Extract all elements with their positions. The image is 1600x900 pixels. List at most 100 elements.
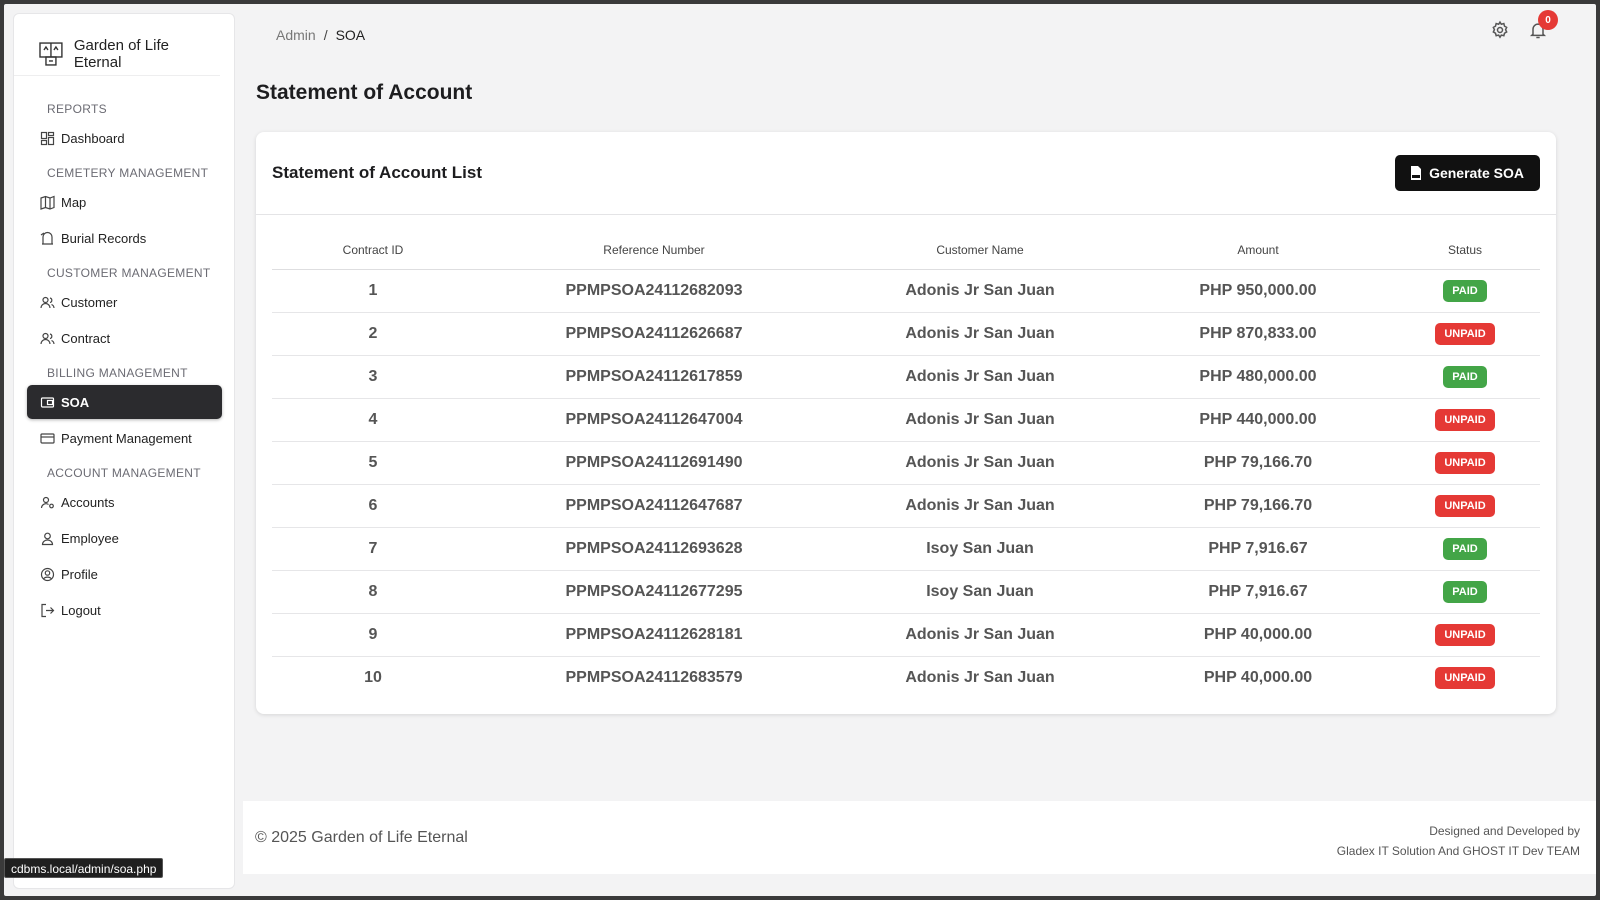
generate-soa-label: Generate SOA	[1429, 165, 1524, 181]
customer-name-cell: Isoy San Juan	[834, 570, 1126, 614]
contract-id-cell: 5	[272, 441, 474, 485]
users-icon	[40, 331, 55, 346]
nav-section-cemetery-management: CEMETERY MANAGEMENT	[47, 166, 209, 180]
users-icon	[40, 295, 55, 310]
reference-number-cell: PPMPSOA24112682093	[474, 269, 834, 313]
status-cell: UNPAID	[1390, 312, 1540, 356]
status-badge: PAID	[1443, 580, 1487, 603]
brand[interactable]: Garden of Life Eternal	[14, 14, 220, 76]
table-header-row: Contract ID Reference Number Customer Name…	[272, 232, 1540, 270]
contract-id-cell: 9	[272, 613, 474, 657]
status-cell: UNPAID	[1390, 441, 1540, 485]
table-row[interactable]: 1 PPMPSOA24112682093 Adonis Jr San Juan PHP…	[272, 269, 1540, 313]
table-row[interactable]: 6 PPMPSOA24112647687 Adonis Jr San Juan PHP…	[272, 484, 1540, 528]
topbar-icons: 0	[1490, 10, 1558, 40]
status-badge: PAID	[1443, 537, 1487, 560]
page-title: Statement of Account	[256, 81, 473, 104]
table-row[interactable]: 2 PPMPSOA24112626687 Adonis Jr San Juan PHP…	[272, 312, 1540, 356]
status-badge: PAID	[1443, 279, 1487, 302]
contract-id-cell: 1	[272, 269, 474, 313]
column-header-customer-name: Customer Name	[834, 232, 1126, 270]
footer: © 2025 Garden of Life Eternal Designed a…	[243, 801, 1596, 874]
sidebar-item-map[interactable]: Map	[27, 185, 222, 219]
customer-name-cell: Adonis Jr San Juan	[834, 613, 1126, 657]
nav-section-reports: REPORTS	[47, 102, 107, 116]
status-cell: PAID	[1390, 527, 1540, 571]
reference-number-cell: PPMPSOA24112617859	[474, 355, 834, 399]
status-badge: PAID	[1443, 365, 1487, 388]
sidebar-item-burial-records[interactable]: Burial Records	[27, 221, 222, 255]
sidebar: Garden of Life Eternal REPORTS Dashboard C…	[13, 13, 235, 889]
sidebar-item-label: Map	[61, 194, 87, 210]
status-cell: UNPAID	[1390, 398, 1540, 442]
breadcrumb-separator: /	[323, 27, 328, 43]
sidebar-item-employee[interactable]: Employee	[27, 521, 222, 555]
sidebar-item-accounts[interactable]: Accounts	[27, 485, 222, 519]
soa-list-card: Statement of Account List Generate SOA C…	[256, 132, 1556, 714]
nav-section-customer-management: CUSTOMER MANAGEMENT	[47, 266, 211, 280]
table-row[interactable]: 3 PPMPSOA24112617859 Adonis Jr San Juan PHP…	[272, 355, 1540, 399]
table-row[interactable]: 5 PPMPSOA24112691490 Adonis Jr San Juan PHP…	[272, 441, 1540, 485]
sidebar-item-label: Contract	[61, 330, 111, 346]
profile-circle-icon	[40, 567, 55, 582]
amount-cell: PHP 7,916.67	[1126, 570, 1390, 614]
customer-name-cell: Adonis Jr San Juan	[834, 441, 1126, 485]
amount-cell: PHP 79,166.70	[1126, 441, 1390, 485]
sidebar-item-label: Payment Management	[61, 430, 192, 446]
sidebar-item-logout[interactable]: Logout	[27, 593, 222, 627]
status-badge: UNPAID	[1435, 494, 1495, 517]
customer-name-cell: Adonis Jr San Juan	[834, 312, 1126, 356]
status-cell: UNPAID	[1390, 656, 1540, 699]
status-cell: PAID	[1390, 269, 1540, 313]
status-badge: UNPAID	[1435, 666, 1495, 689]
amount-cell: PHP 440,000.00	[1126, 398, 1390, 442]
burial-icon	[40, 231, 55, 246]
amount-cell: PHP 79,166.70	[1126, 484, 1390, 528]
credits: Designed and Developed by Gladex IT Solu…	[1337, 821, 1580, 861]
column-header-amount: Amount	[1126, 232, 1390, 270]
table-row[interactable]: 7 PPMPSOA24112693628 Isoy San Juan PHP 7,91…	[272, 527, 1540, 571]
nav-section-billing-management: BILLING MANAGEMENT	[47, 366, 188, 380]
sidebar-item-profile[interactable]: Profile	[27, 557, 222, 591]
reference-number-cell: PPMPSOA24112647687	[474, 484, 834, 528]
status-badge: UNPAID	[1435, 322, 1495, 345]
breadcrumb-root[interactable]: Admin	[276, 27, 316, 43]
reference-number-cell: PPMPSOA24112647004	[474, 398, 834, 442]
contract-id-cell: 3	[272, 355, 474, 399]
contract-id-cell: 7	[272, 527, 474, 571]
map-icon	[40, 195, 55, 210]
sidebar-item-label: Logout	[61, 602, 101, 618]
sidebar-item-customer[interactable]: Customer	[27, 285, 222, 319]
customer-name-cell: Adonis Jr San Juan	[834, 398, 1126, 442]
contract-id-cell: 10	[364, 668, 382, 686]
settings-button[interactable]	[1490, 20, 1510, 40]
nav-section-account-management: ACCOUNT MANAGEMENT	[47, 466, 201, 480]
sidebar-item-label: Profile	[61, 566, 98, 582]
reference-number-cell: PPMPSOA24112626687	[474, 312, 834, 356]
status-cell: UNPAID	[1390, 484, 1540, 528]
contract-id-cell: 2	[272, 312, 474, 356]
reference-number-cell: PPMPSOA24112677295	[474, 570, 834, 614]
table-row[interactable]: 9 PPMPSOA24112628181 Adonis Jr San Juan PHP…	[272, 613, 1540, 657]
notifications-button[interactable]: 0	[1528, 10, 1558, 40]
credit-card-icon	[40, 431, 55, 446]
amount-cell: PHP 870,833.00	[1126, 312, 1390, 356]
sidebar-item-dashboard[interactable]: Dashboard	[27, 121, 222, 155]
table-row[interactable]: 8 PPMPSOA24112677295 Isoy San Juan PHP 7,91…	[272, 570, 1540, 614]
sidebar-item-label: Customer	[61, 294, 118, 310]
generate-soa-button[interactable]: Generate SOA	[1395, 155, 1540, 191]
card-header: Statement of Account List Generate SOA	[256, 132, 1556, 215]
gear-icon	[1492, 20, 1508, 39]
cemetery-plot-icon	[39, 41, 63, 66]
card-title: Statement of Account List	[272, 163, 482, 182]
status-cell: UNPAID	[1390, 613, 1540, 657]
sidebar-item-label: Accounts	[61, 494, 115, 510]
sidebar-item-contract[interactable]: Contract	[27, 321, 222, 355]
table-row[interactable]: 4 PPMPSOA24112647004 Adonis Jr San Juan PHP…	[272, 398, 1540, 442]
sidebar-item-soa[interactable]: SOA	[27, 385, 222, 419]
table-row[interactable]: 10 PPMPSOA24112683579 Adonis Jr San Juan PH…	[272, 656, 1540, 699]
customer-name-cell: Adonis Jr San Juan	[905, 668, 1055, 686]
user-icon	[40, 531, 55, 546]
sidebar-item-label: Burial Records	[61, 230, 147, 246]
sidebar-item-payment-management[interactable]: Payment Management	[27, 421, 222, 455]
